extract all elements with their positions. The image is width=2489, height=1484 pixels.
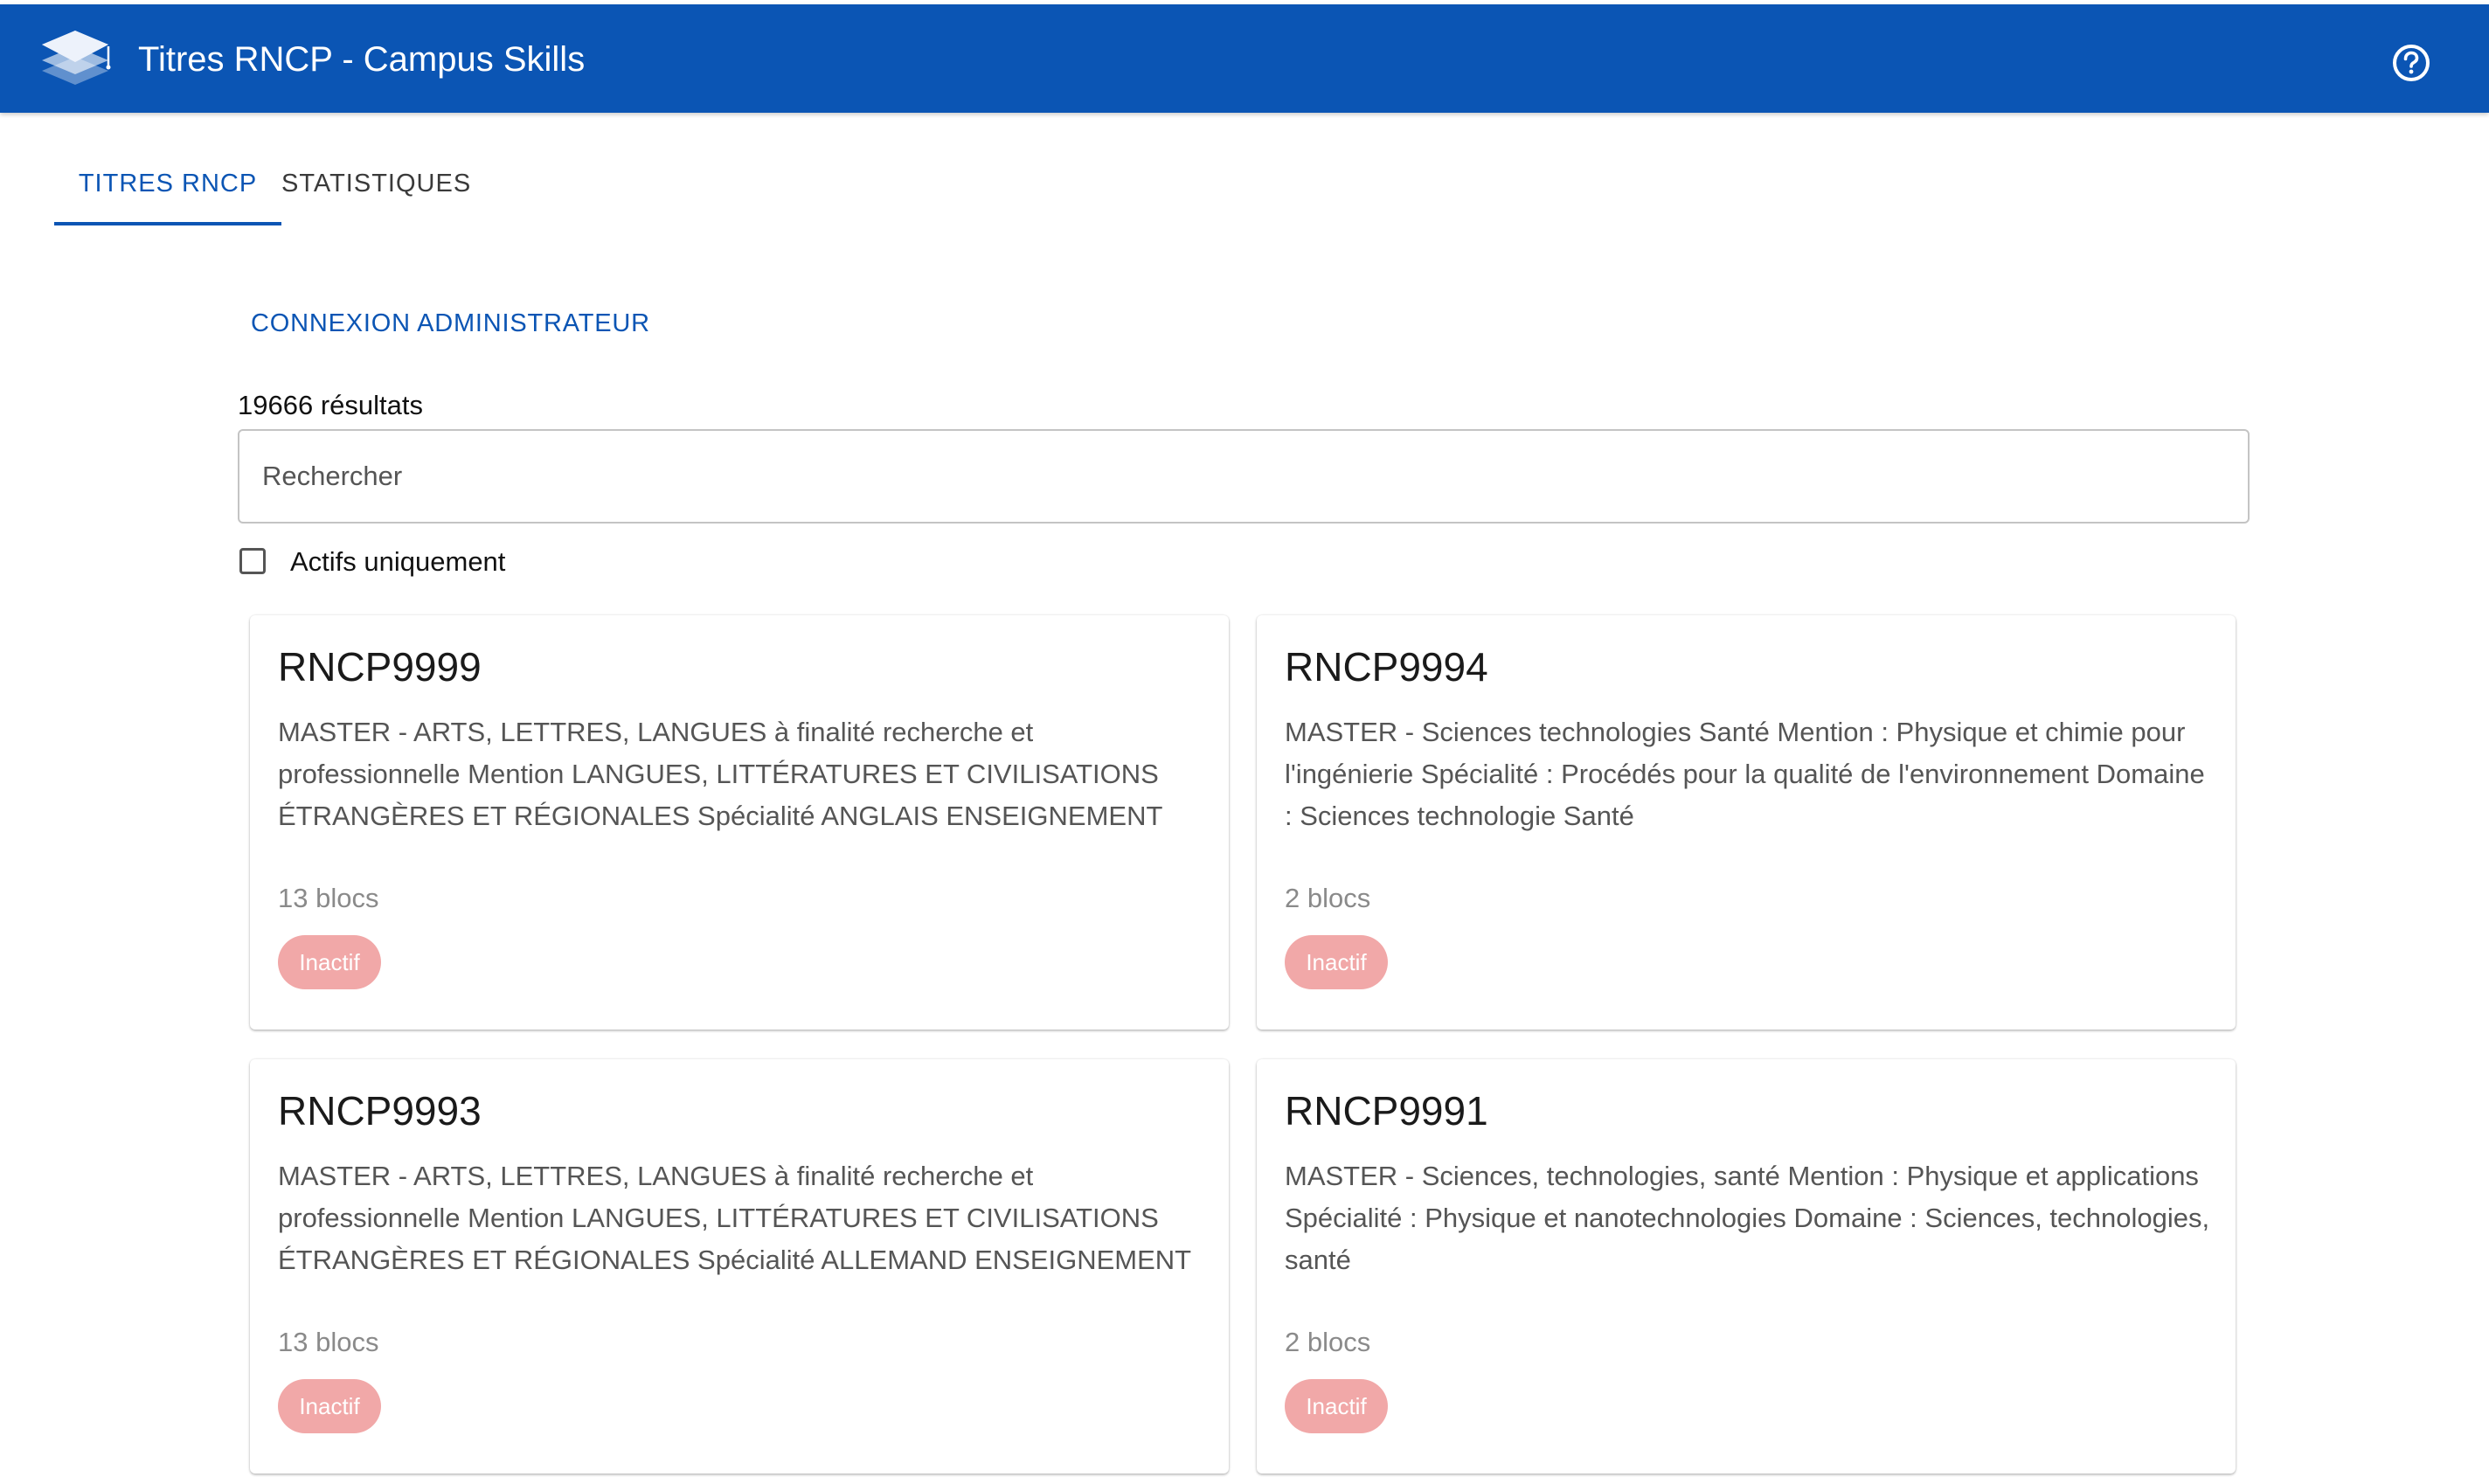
status-badge: Inactif (278, 1379, 381, 1433)
rncp-card[interactable]: RNCP9999 MASTER - ARTS, LETTRES, LANGUES… (250, 615, 1229, 1030)
card-blocks-count: 13 blocs (278, 1327, 379, 1357)
tab-active-indicator (54, 222, 281, 225)
card-description: MASTER - ARTS, LETTRES, LANGUES à finali… (278, 1161, 1192, 1275)
card-description: MASTER - Sciences, technologies, santé M… (1285, 1161, 2210, 1275)
tab-titres-rncp[interactable]: TITRES RNCP (54, 142, 281, 225)
search-input[interactable] (262, 431, 2220, 522)
status-badge: Inactif (278, 935, 381, 989)
graduation-layers-icon (42, 31, 111, 85)
active-only-label: Actifs uniquement (290, 546, 506, 577)
results-count: 19666 résultats (238, 390, 423, 420)
card-blocks-count: 2 blocs (1285, 1327, 1371, 1357)
card-code: RNCP9994 (1285, 644, 1488, 690)
search-field (238, 429, 2250, 524)
card-description: MASTER - Sciences technologies Santé Men… (1285, 717, 2205, 831)
app-bar: Titres RNCP - Campus Skills (0, 4, 2489, 113)
status-badge: Inactif (1285, 1379, 1388, 1433)
card-blocks-count: 2 blocs (1285, 883, 1371, 913)
card-blocks-count: 13 blocs (278, 883, 379, 913)
app-title: Titres RNCP - Campus Skills (138, 40, 586, 79)
active-only-checkbox[interactable] (239, 548, 266, 574)
admin-login-button[interactable]: CONNEXION ADMINISTRATEUR (251, 309, 650, 338)
help-circle-icon[interactable] (2391, 43, 2431, 83)
rncp-card[interactable]: RNCP9991 MASTER - Sciences, technologies… (1257, 1059, 2236, 1474)
status-badge: Inactif (1285, 935, 1388, 989)
card-code: RNCP9999 (278, 644, 482, 690)
rncp-card[interactable]: RNCP9994 MASTER - Sciences technologies … (1257, 615, 2236, 1030)
rncp-card[interactable]: RNCP9993 MASTER - ARTS, LETTRES, LANGUES… (250, 1059, 1229, 1474)
card-code: RNCP9993 (278, 1088, 482, 1134)
card-code: RNCP9991 (1285, 1088, 1488, 1134)
card-description: MASTER - ARTS, LETTRES, LANGUES à finali… (278, 717, 1163, 831)
tab-statistiques[interactable]: STATISTIQUES (281, 142, 470, 225)
